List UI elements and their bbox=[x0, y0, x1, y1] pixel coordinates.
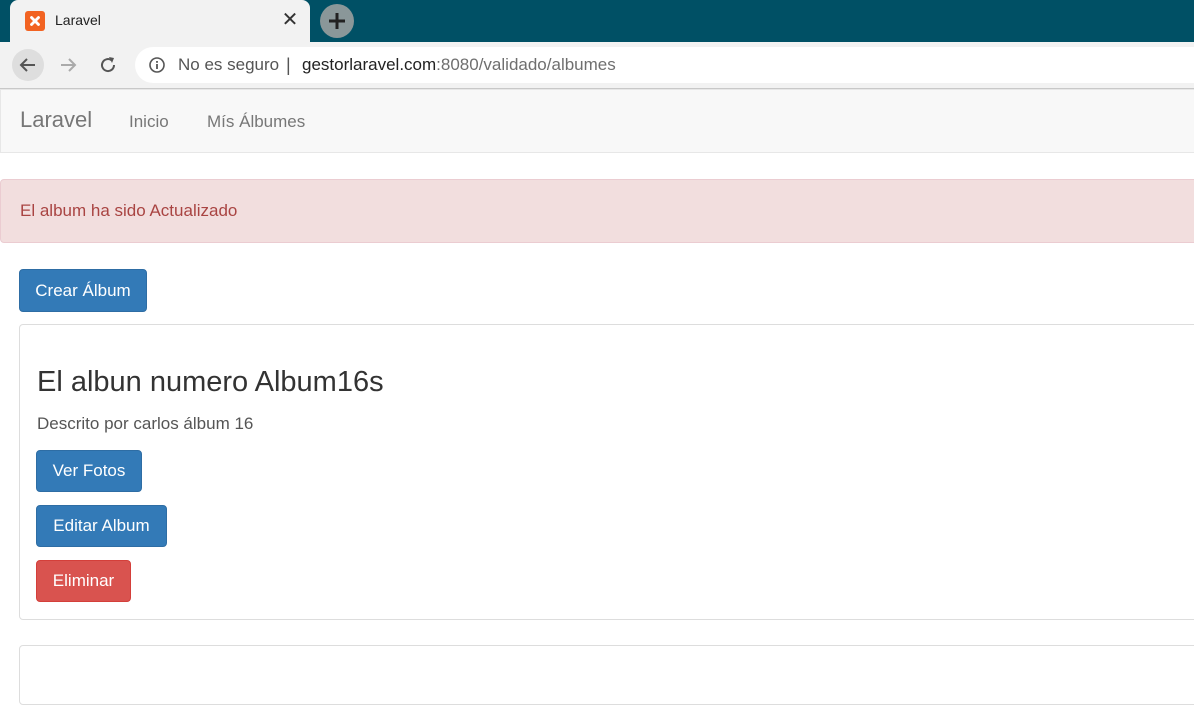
nav-link-inicio[interactable]: Inicio bbox=[129, 112, 169, 132]
site-navbar: Laravel Inicio Mís Álbumes bbox=[0, 89, 1194, 153]
alert-text: El album ha sido Actualizado bbox=[20, 201, 238, 220]
forward-button[interactable] bbox=[52, 49, 84, 81]
reload-icon bbox=[101, 57, 116, 73]
browser-tab[interactable]: Laravel ✕ bbox=[10, 0, 310, 42]
new-tab-button[interactable] bbox=[320, 4, 354, 38]
navbar-brand[interactable]: Laravel bbox=[20, 107, 92, 133]
arrow-left-icon bbox=[19, 58, 35, 72]
album-description: Descrito por carlos álbum 16 bbox=[37, 414, 254, 433]
plus-icon bbox=[329, 13, 345, 29]
address-bar[interactable]: No es seguro | gestorlaravel.com:8080/va… bbox=[135, 47, 1194, 83]
browser-toolbar: No es seguro | gestorlaravel.com:8080/va… bbox=[0, 42, 1194, 89]
alert-message: El album ha sido Actualizado bbox=[0, 179, 1194, 243]
create-album-button[interactable]: Crear Álbum bbox=[19, 269, 147, 312]
view-photos-button[interactable]: Ver Fotos bbox=[36, 450, 142, 492]
album-panel-next bbox=[19, 645, 1194, 705]
delete-album-button[interactable]: Eliminar bbox=[36, 560, 131, 602]
arrow-right-icon bbox=[61, 58, 77, 72]
tab-title: Laravel bbox=[55, 12, 101, 28]
info-icon[interactable] bbox=[149, 57, 165, 78]
album-title: El albun numero Album16s bbox=[37, 366, 384, 398]
url-path: :8080/validado/albumes bbox=[436, 55, 616, 74]
xampp-favicon-icon bbox=[25, 11, 45, 31]
close-tab-icon[interactable]: ✕ bbox=[280, 9, 300, 31]
browser-tabstrip: Laravel ✕ bbox=[0, 0, 1194, 42]
url-host: gestorlaravel.com bbox=[302, 55, 437, 74]
url-text: gestorlaravel.com:8080/validado/albumes bbox=[302, 55, 616, 75]
reload-button[interactable] bbox=[92, 49, 124, 81]
back-button[interactable] bbox=[12, 49, 44, 81]
nav-link-mis-albumes[interactable]: Mís Álbumes bbox=[207, 112, 305, 132]
security-label: No es seguro bbox=[178, 55, 280, 74]
url-separator: | bbox=[286, 55, 291, 75]
edit-album-button[interactable]: Editar Album bbox=[36, 505, 167, 547]
